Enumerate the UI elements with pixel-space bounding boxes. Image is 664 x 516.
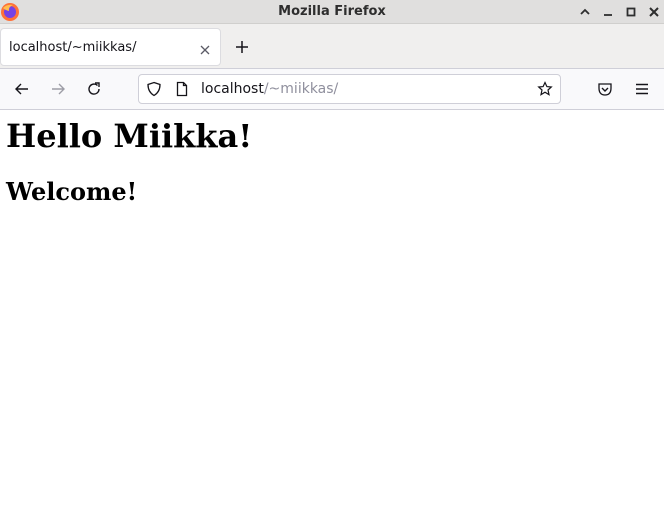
window-titlebar: Mozilla Firefox [0,0,664,24]
back-arrow-icon[interactable] [14,81,30,97]
forward-arrow-icon[interactable] [50,81,66,97]
maximize-icon[interactable] [624,5,638,19]
reload-icon[interactable] [86,81,102,97]
tab-localhost[interactable]: localhost/~miikkas/ [0,28,221,66]
close-icon[interactable] [199,44,211,56]
window-title: Mozilla Firefox [278,4,386,19]
url-path: /~miikkas/ [263,81,339,97]
url-host: localhost [201,81,264,97]
page-heading: Hello Miikka! [6,117,253,155]
minimize-icon[interactable] [601,5,615,19]
star-icon[interactable] [537,81,553,97]
shield-icon[interactable] [146,81,162,97]
page-content: Hello Miikka! Welcome! [0,110,664,516]
tab-title: localhost/~miikkas/ [9,40,137,55]
page-icon[interactable] [174,81,190,97]
tab-strip: localhost/~miikkas/ [0,24,664,69]
page-subheading: Welcome! [6,177,138,206]
plus-icon[interactable] [234,39,250,55]
pocket-icon[interactable] [597,81,613,97]
navigation-toolbar: localhost/~miikkas/ [0,69,664,110]
url-bar[interactable]: localhost/~miikkas/ [138,74,561,104]
close-icon[interactable] [647,5,661,19]
minimize-up-icon[interactable] [578,5,592,19]
url-text[interactable]: localhost/~miikkas/ [201,81,338,97]
hamburger-menu-icon[interactable] [634,81,650,97]
